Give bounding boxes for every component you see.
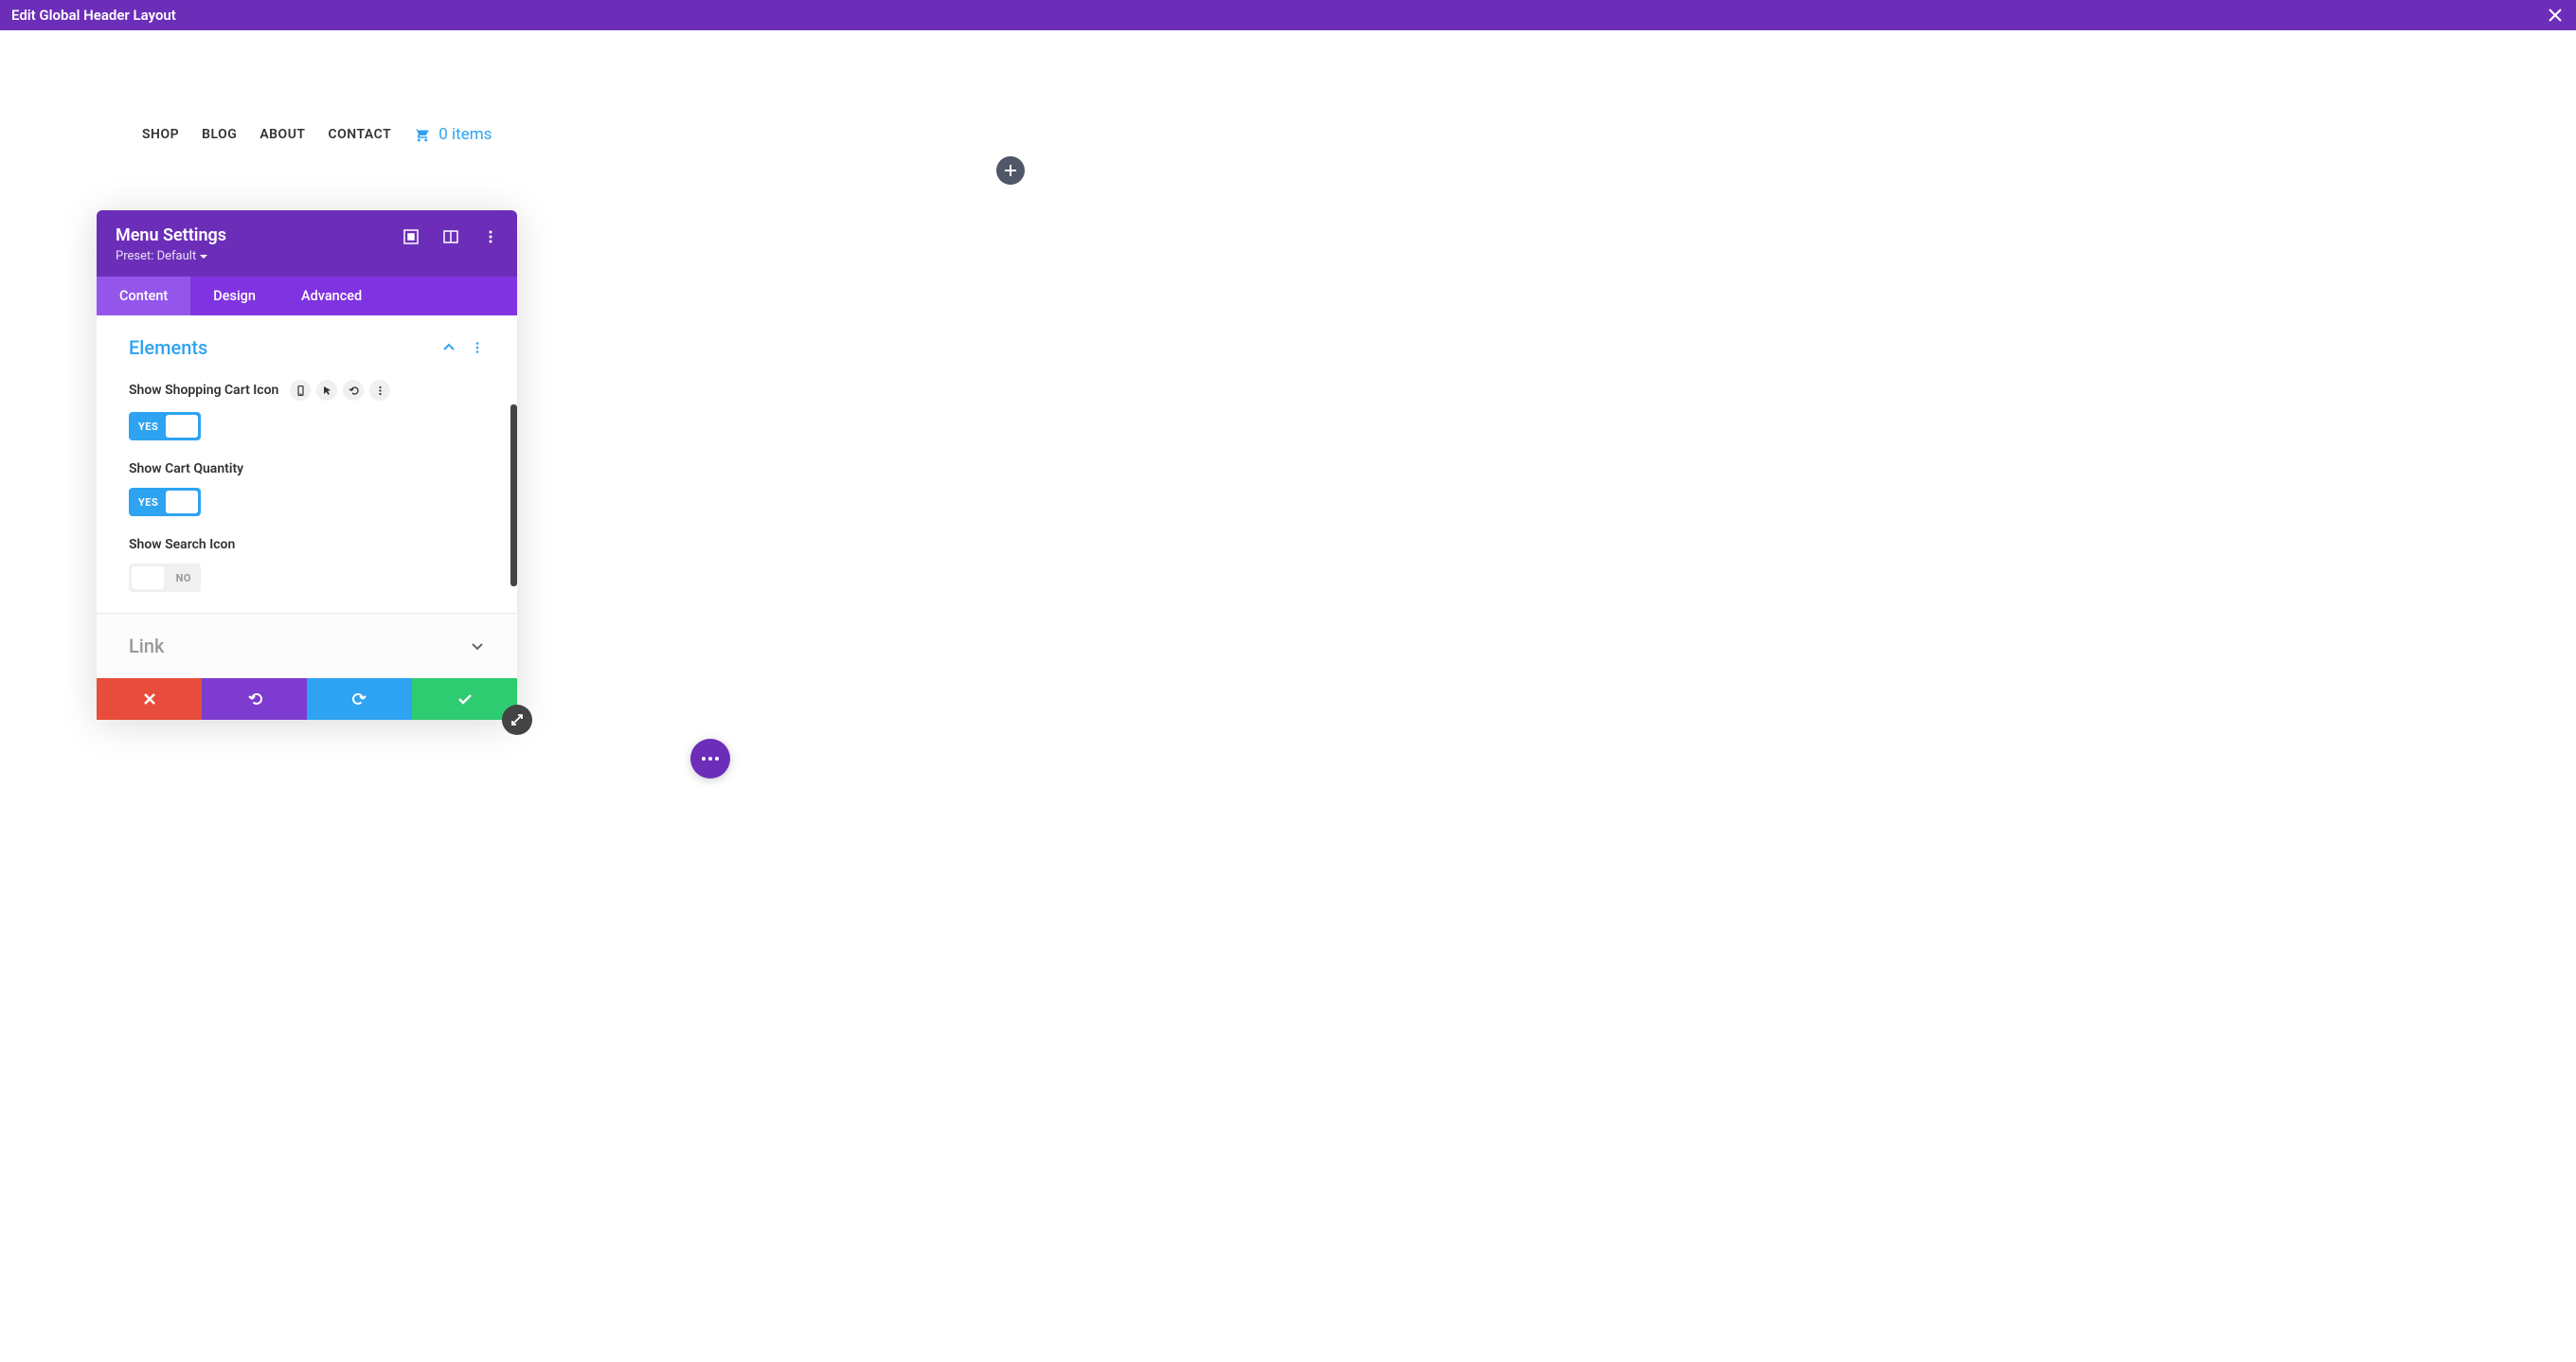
undo-icon	[247, 691, 262, 707]
snap-button[interactable]	[443, 229, 458, 244]
field-show-cart-icon: Show Shopping Cart Icon	[129, 380, 485, 440]
fab-dot	[708, 757, 712, 761]
redo-button[interactable]	[307, 678, 412, 720]
toggle-handle	[166, 415, 198, 438]
resize-icon	[510, 712, 525, 727]
dots-vertical-icon	[483, 229, 498, 244]
expand-section-button[interactable]	[470, 638, 485, 654]
section-title-elements[interactable]: Elements	[129, 336, 207, 359]
toggle-show-cart-qty[interactable]: YES	[129, 488, 201, 516]
toggle-show-search[interactable]: NO	[129, 564, 201, 592]
nav-item-about[interactable]: ABOUT	[259, 127, 305, 142]
hover-button[interactable]	[316, 380, 337, 401]
cancel-button[interactable]	[97, 678, 202, 720]
dots-vertical-icon	[471, 341, 484, 354]
panel-title: Menu Settings	[116, 225, 226, 245]
chevron-up-icon	[442, 341, 456, 354]
more-options-button[interactable]	[483, 229, 498, 244]
dots-vertical-icon	[375, 385, 385, 396]
cart-icon	[414, 126, 431, 143]
panel-body: Elements Show Shopping Cart Icon	[97, 315, 517, 678]
field-label: Show Shopping Cart Icon	[129, 383, 278, 398]
cart-text: 0 items	[438, 125, 492, 144]
field-label: Show Search Icon	[129, 537, 235, 552]
section-elements: Elements Show Shopping Cart Icon	[97, 315, 517, 613]
caret-down-icon	[200, 253, 207, 260]
field-label: Show Cart Quantity	[129, 461, 243, 476]
panel-header: Menu Settings Preset: Default	[97, 210, 517, 277]
section-title-link[interactable]: Link	[129, 635, 164, 657]
toggle-text: NO	[176, 572, 191, 584]
responsive-button[interactable]	[290, 380, 311, 401]
nav-cart[interactable]: 0 items	[414, 125, 492, 144]
plus-icon	[1004, 164, 1017, 177]
close-button[interactable]	[2546, 6, 2565, 25]
tab-advanced[interactable]: Advanced	[278, 277, 385, 315]
preview-area: SHOP BLOG ABOUT CONTACT 0 items Menu Set…	[0, 30, 2576, 144]
nav-item-blog[interactable]: BLOG	[202, 127, 237, 142]
section-link: Link	[97, 613, 517, 678]
field-options-button[interactable]	[369, 380, 390, 401]
cursor-icon	[322, 385, 332, 396]
fab-dot	[715, 757, 719, 761]
nav-item-shop[interactable]: SHOP	[142, 127, 179, 142]
add-section-button[interactable]	[996, 156, 1025, 185]
reset-button[interactable]	[343, 380, 364, 401]
panel-footer	[97, 678, 517, 720]
tab-content[interactable]: Content	[97, 277, 190, 315]
expand-button[interactable]	[403, 229, 419, 244]
check-icon	[457, 691, 473, 707]
page-settings-fab[interactable]	[690, 739, 730, 779]
preset-selector[interactable]: Preset: Default	[116, 249, 226, 263]
preset-label: Preset: Default	[116, 249, 196, 263]
toggle-text: YES	[138, 496, 158, 509]
nav-menu: SHOP BLOG ABOUT CONTACT 0 items	[0, 125, 2576, 144]
close-icon	[2548, 8, 2563, 23]
toggle-show-cart-icon[interactable]: YES	[129, 412, 201, 440]
redo-icon	[352, 691, 367, 707]
columns-icon	[443, 229, 458, 244]
page-title: Edit Global Header Layout	[11, 7, 176, 24]
fab-dot	[702, 757, 706, 761]
toggle-text: YES	[138, 421, 158, 433]
nav-item-contact[interactable]: CONTACT	[329, 127, 392, 142]
tab-design[interactable]: Design	[190, 277, 278, 315]
top-bar: Edit Global Header Layout	[0, 0, 2576, 30]
field-show-cart-qty: Show Cart Quantity YES	[129, 461, 485, 516]
field-show-search: Show Search Icon NO	[129, 537, 485, 592]
resize-handle[interactable]	[502, 705, 532, 735]
toggle-handle	[166, 491, 198, 513]
save-button[interactable]	[412, 678, 517, 720]
undo-button[interactable]	[202, 678, 307, 720]
close-icon	[142, 691, 157, 707]
undo-icon	[349, 385, 359, 396]
collapse-section-button[interactable]	[441, 340, 456, 355]
chevron-down-icon	[471, 639, 484, 653]
phone-icon	[295, 385, 306, 396]
scrollbar[interactable]	[510, 404, 517, 586]
settings-tabs: Content Design Advanced	[97, 277, 517, 315]
section-options-button[interactable]	[470, 340, 485, 355]
settings-panel: Menu Settings Preset: Default Conten	[97, 210, 517, 720]
toggle-handle	[132, 566, 164, 589]
expand-icon	[403, 229, 419, 244]
